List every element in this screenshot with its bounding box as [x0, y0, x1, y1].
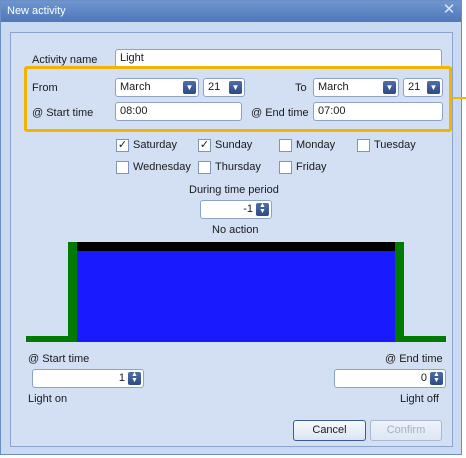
top-bar: [77, 242, 395, 251]
right-edge: [395, 242, 404, 342]
on-period-fill: [77, 251, 395, 342]
start-label: @ Start time: [28, 353, 90, 365]
spinner-arrows-icon[interactable]: ▲ ▼: [128, 371, 141, 385]
confirm-button[interactable]: Confirm: [370, 420, 442, 441]
left-edge: [68, 242, 77, 342]
cancel-button[interactable]: Cancel: [293, 420, 366, 441]
start-state: Light on: [28, 393, 68, 405]
spinner-arrows-icon[interactable]: ▲ ▼: [430, 371, 443, 385]
end-value: 0: [420, 372, 427, 384]
left-baseline: [26, 336, 68, 342]
start-value: 1: [118, 372, 125, 384]
start-spinner[interactable]: 1 ▲ ▼: [32, 369, 144, 388]
end-state: Light off: [400, 393, 439, 405]
light-curve-graphic: [26, 242, 446, 342]
right-baseline: [404, 336, 446, 342]
end-spinner[interactable]: 0 ▲ ▼: [334, 369, 446, 388]
end-label: @ End time: [385, 353, 443, 365]
